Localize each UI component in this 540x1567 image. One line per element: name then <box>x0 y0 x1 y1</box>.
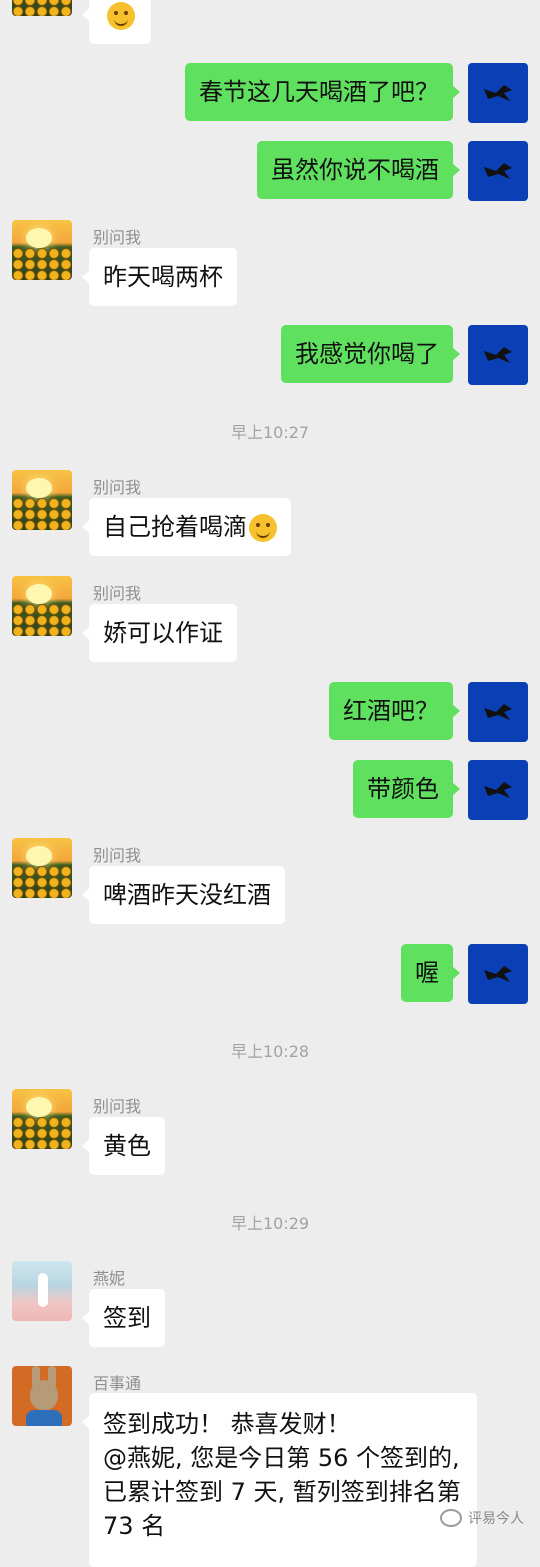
message-text: 自己抢着喝滴 <box>103 513 247 541</box>
message-line: 已累计签到 7 天, 暂列签到排名第 <box>103 1478 461 1506</box>
avatar-biewenwo[interactable] <box>12 838 72 898</box>
bird-icon <box>484 966 512 982</box>
grin-emoji-icon <box>107 2 135 30</box>
sender-name: 别问我 <box>93 478 142 497</box>
watermark: 评易今人 <box>440 1508 524 1528</box>
avatar-biewenwo[interactable] <box>12 0 72 16</box>
message-bubble[interactable]: 春节这几天喝酒了吧？ <box>185 63 460 121</box>
wechat-icon <box>440 1509 462 1527</box>
message-bubble-checkin-result[interactable]: 签到成功！ 恭喜发财！ @燕妮, 您是今日第 56 个签到的, 已累计签到 7 … <box>82 1393 477 1567</box>
message-bubble[interactable]: 自己抢着喝滴 <box>82 498 291 556</box>
message-bubble[interactable]: 签到 <box>82 1289 165 1347</box>
watermark-text: 评易今人 <box>468 1511 524 1527</box>
thinking-emoji-icon <box>249 514 277 542</box>
message-bubble-emoji[interactable] <box>82 0 151 44</box>
self-avatar[interactable] <box>468 944 528 1004</box>
avatar-baishitong[interactable] <box>12 1366 72 1426</box>
message-bubble[interactable]: 昨天喝两杯 <box>82 248 237 306</box>
self-avatar[interactable] <box>468 325 528 385</box>
sender-name: 别问我 <box>93 846 142 865</box>
avatar-biewenwo[interactable] <box>12 470 72 530</box>
timestamp: 早上10:27 <box>230 423 310 442</box>
message-bubble[interactable]: 虽然你说不喝酒 <box>257 141 460 199</box>
bird-icon <box>484 704 512 720</box>
sender-name: 别问我 <box>93 228 142 247</box>
sender-name: 燕妮 <box>93 1269 126 1288</box>
message-line: 签到成功！ 恭喜发财！ <box>103 1410 351 1438</box>
message-bubble[interactable]: 黄色 <box>82 1117 165 1175</box>
bird-icon <box>484 782 512 798</box>
message-bubble[interactable]: 娇可以作证 <box>82 604 237 662</box>
bird-icon <box>484 85 512 101</box>
sender-name: 别问我 <box>93 1097 142 1116</box>
avatar-biewenwo[interactable] <box>12 220 72 280</box>
timestamp: 早上10:28 <box>230 1042 310 1061</box>
avatar-biewenwo[interactable] <box>12 1089 72 1149</box>
timestamp: 早上10:29 <box>230 1214 310 1233</box>
message-bubble[interactable]: 啤酒昨天没红酒 <box>82 866 285 924</box>
self-avatar[interactable] <box>468 682 528 742</box>
message-bubble[interactable]: 红酒吧？ <box>329 682 460 740</box>
bird-icon <box>484 347 512 363</box>
self-avatar[interactable] <box>468 141 528 201</box>
sender-name: 百事通 <box>93 1374 142 1393</box>
avatar-yanni[interactable] <box>12 1261 72 1321</box>
self-avatar[interactable] <box>468 63 528 123</box>
self-avatar[interactable] <box>468 760 528 820</box>
message-line: @燕妮, 您是今日第 56 个签到的, <box>103 1444 460 1472</box>
message-bubble[interactable]: 带颜色 <box>353 760 460 818</box>
message-bubble[interactable]: 喔 <box>401 944 460 1002</box>
message-bubble[interactable]: 我感觉你喝了 <box>281 325 460 383</box>
bird-icon <box>484 163 512 179</box>
avatar-biewenwo[interactable] <box>12 576 72 636</box>
sender-name: 别问我 <box>93 584 142 603</box>
